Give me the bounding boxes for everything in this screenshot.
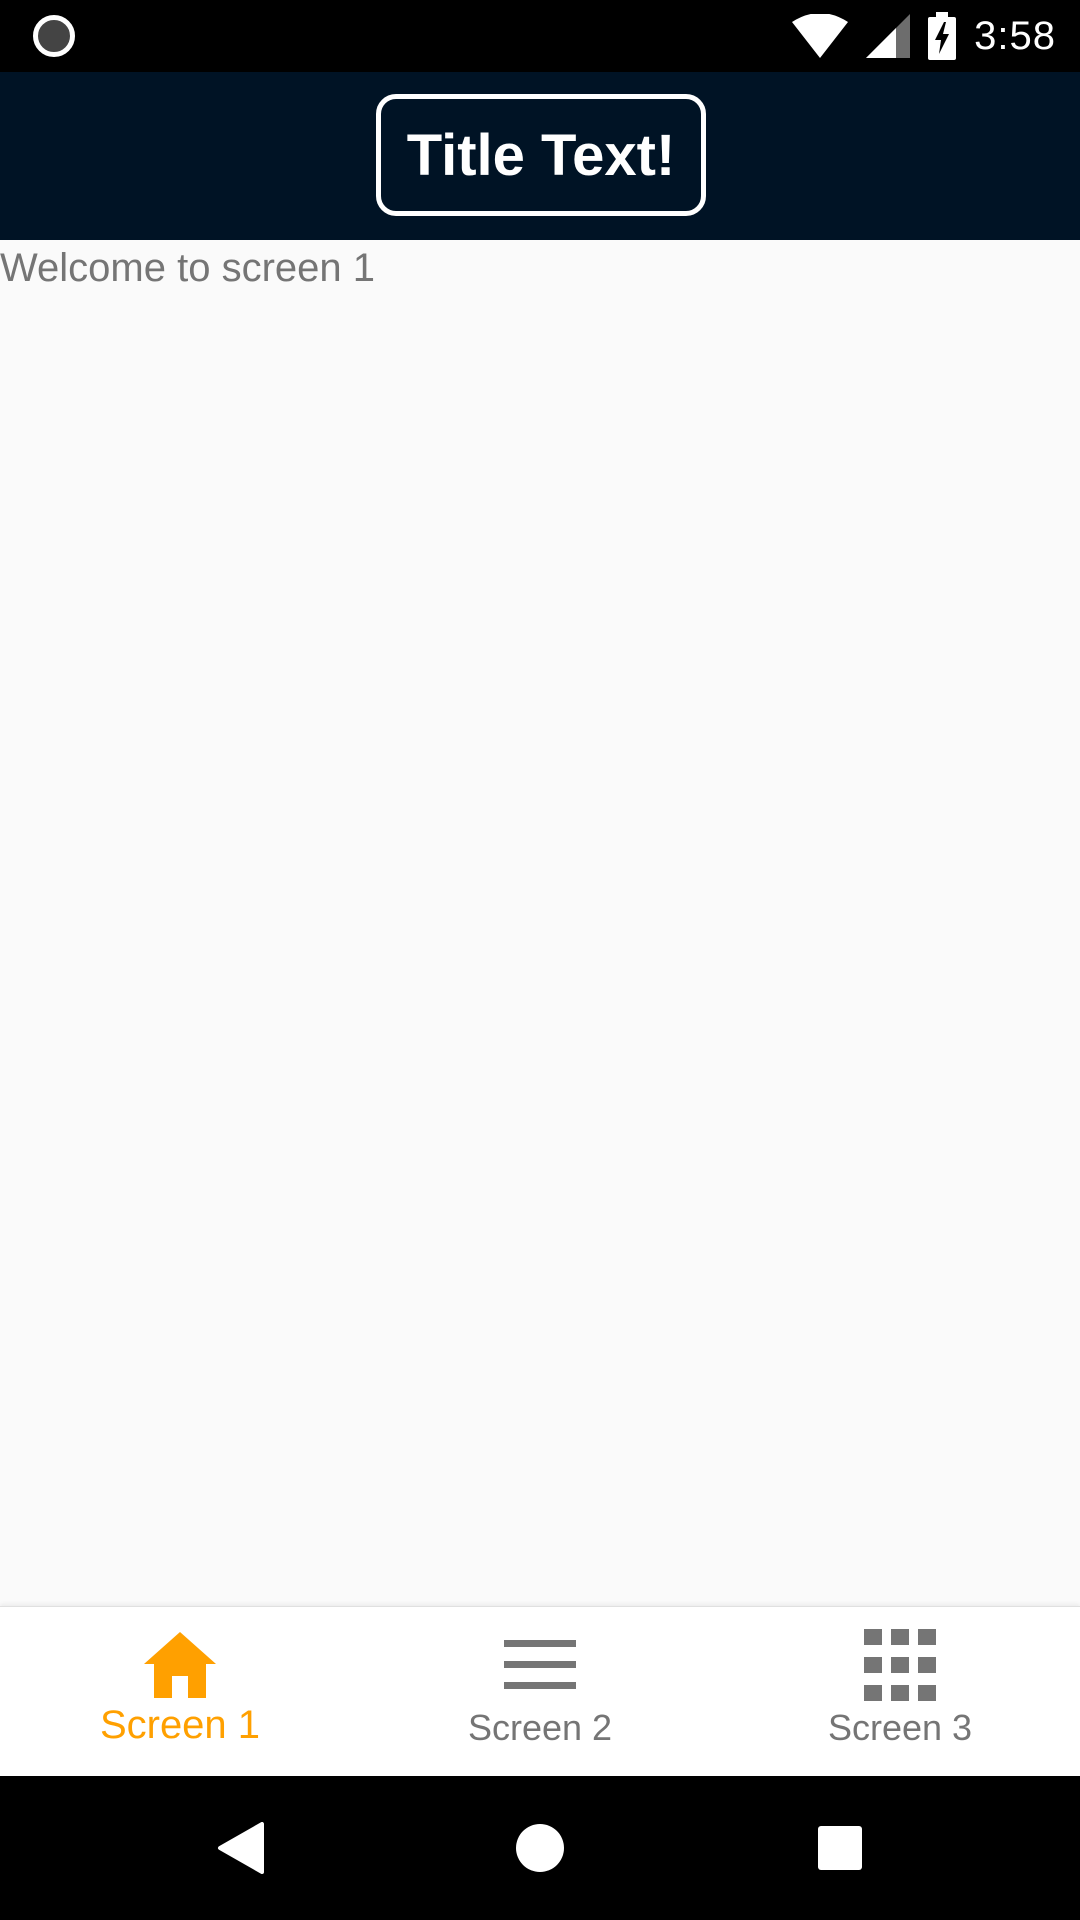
nav-item-screen-3[interactable]: Screen 3 (720, 1607, 1080, 1776)
status-icons: 3:58 (792, 10, 1056, 62)
title-box: Title Text! (376, 94, 706, 216)
app-bar: Title Text! (0, 72, 1080, 240)
welcome-text: Welcome to screen 1 (0, 246, 375, 290)
nav-label-screen-2: Screen 2 (467, 1707, 613, 1748)
nav-item-screen-2[interactable]: Screen 2 (360, 1607, 720, 1776)
battery-charging-icon (928, 12, 957, 60)
page-title: Title Text! (406, 122, 676, 188)
nav-label-screen-1: Screen 1 (99, 1703, 261, 1747)
status-bar: 3:58 (0, 0, 1080, 72)
home-circle-icon[interactable] (512, 1820, 568, 1876)
screen-content: Welcome to screen 1 (0, 240, 1080, 1606)
nav-label-screen-3: Screen 3 (827, 1707, 973, 1748)
signal-icon (866, 14, 911, 58)
record-icon (33, 15, 75, 57)
recents-icon[interactable] (812, 1820, 868, 1876)
home-icon (140, 1629, 220, 1701)
status-time: 3:58 (974, 13, 1056, 58)
menu-icon (500, 1629, 580, 1701)
nav-item-screen-1[interactable]: Screen 1 (0, 1607, 360, 1776)
back-icon[interactable] (212, 1820, 268, 1876)
bottom-navigation: Screen 1 Screen 2 Screen 3 (0, 1606, 1080, 1776)
apps-grid-icon (860, 1629, 940, 1701)
wifi-icon (792, 14, 849, 58)
system-nav-bar (0, 1776, 1080, 1920)
